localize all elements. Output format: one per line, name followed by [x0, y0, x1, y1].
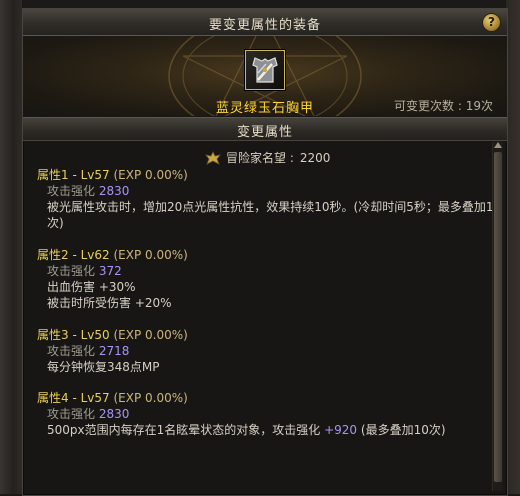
attribute-block-4: 属性4 - Lv57 (EXP 0.00%) 攻击强化 2830 500px范围…: [37, 390, 497, 438]
section-header: 变更属性: [23, 117, 507, 141]
adventurer-fame: 冒险家名望 : 2200: [205, 149, 330, 168]
attribute-stat-line: 攻击强化 2718: [47, 344, 130, 358]
attribute-stat-line: 攻击强化 2830: [47, 184, 130, 198]
fame-emblem-icon: [205, 151, 221, 168]
background-right-edge: [506, 0, 520, 494]
attribute-description: 500px范围内每存在1名眩晕状态的对象，攻击强化 +920 (最多叠加10次): [47, 423, 446, 437]
chestplate-icon[interactable]: [245, 50, 285, 90]
attribute-title: 属性3 - Lv50 (EXP 0.00%): [37, 328, 188, 342]
background-left-edge: [0, 0, 22, 494]
attribute-title: 属性4 - Lv57 (EXP 0.00%): [37, 391, 188, 405]
question-icon[interactable]: ?: [482, 13, 501, 32]
attribute-title: 属性2 - Lv62 (EXP 0.00%): [37, 248, 188, 262]
section-title: 变更属性: [236, 125, 293, 140]
scroll-thumb[interactable]: [494, 152, 502, 482]
attribute-stat-line: 攻击强化 372: [47, 264, 122, 278]
change-count: 可变更次数 : 19次: [394, 99, 493, 113]
panel-title: 要变更属性的装备: [208, 18, 321, 33]
attribute-title: 属性1 - Lv57 (EXP 0.00%): [37, 168, 188, 182]
attribute-block-2: 属性2 - Lv62 (EXP 0.00%) 攻击强化 372 出血伤害 +30…: [37, 247, 497, 311]
attribute-effect-line: 被击时所受伤害 +20%: [47, 296, 172, 310]
attribute-block-3: 属性3 - Lv50 (EXP 0.00%) 攻击强化 2718 每分钟恢复34…: [37, 327, 497, 375]
item-banner: 蓝灵绿玉石胸甲 可变更次数 : 19次: [23, 36, 507, 116]
scroll-up-arrow-icon[interactable]: [494, 142, 502, 148]
attribute-block-1: 属性1 - Lv57 (EXP 0.00%) 攻击强化 2830 被光属性攻击时…: [37, 167, 497, 231]
fame-label: 冒险家名望 :: [226, 151, 294, 165]
attribute-effect-line: 每分钟恢复348点MP: [47, 360, 160, 374]
panel-header: 要变更属性的装备 ?: [23, 9, 507, 36]
attribute-description: 被光属性攻击时，增加20点光属性抗性，效果持续10秒。(冷却时间5秒；最多叠加1…: [47, 200, 494, 230]
attribute-effect-line: 出血伤害 +30%: [47, 280, 136, 294]
attribute-stat-line: 攻击强化 2830: [47, 407, 130, 421]
scrollbar[interactable]: [492, 142, 503, 491]
attribute-list: 冒险家名望 : 2200 属性1 - Lv57 (EXP 0.00%) 攻击强化 …: [23, 140, 507, 495]
equipment-attribute-change-panel: 要变更属性的装备 ? 蓝灵绿玉石胸甲 可变更次数 : 19次 变更属性 冒险家名…: [22, 8, 508, 496]
fame-value: 2200: [299, 151, 331, 165]
